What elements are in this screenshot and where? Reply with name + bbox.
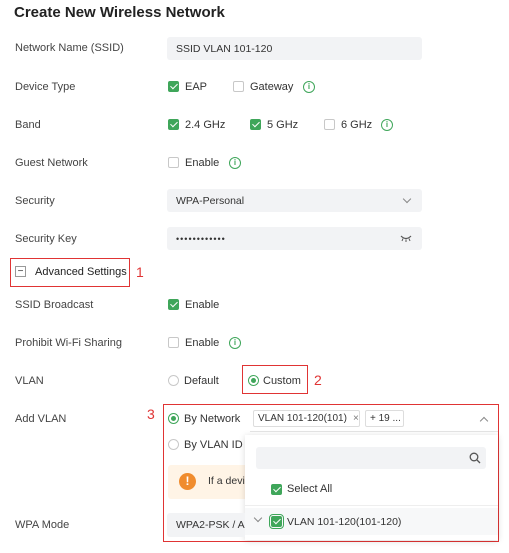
warning-text: If a devi	[208, 475, 245, 487]
ssid-broadcast-label: SSID Broadcast	[15, 299, 94, 311]
security-key-input[interactable]: ••••••••••••	[167, 227, 422, 250]
ssid-value: SSID VLAN 101-120	[176, 42, 273, 55]
gateway-checkbox[interactable]	[233, 81, 244, 92]
vlan-custom-radio[interactable]	[248, 375, 259, 386]
guest-network-label: Guest Network	[15, 157, 88, 169]
select-all-checkbox[interactable]	[271, 484, 282, 495]
band-label: Band	[15, 119, 41, 131]
collapse-icon[interactable]: −	[15, 266, 26, 277]
guest-checkbox[interactable]	[168, 157, 179, 168]
eap-checkbox[interactable]	[168, 81, 179, 92]
select-all-label: Select All	[287, 483, 333, 495]
by-vlan-id-label: By VLAN ID	[184, 439, 243, 451]
prohibit-sharing-label: Prohibit Wi-Fi Sharing	[15, 337, 122, 349]
prohibit-info-icon[interactable]: i	[229, 337, 241, 349]
band-5-checkbox[interactable]	[250, 119, 261, 130]
gateway-info-icon[interactable]: i	[303, 81, 315, 93]
security-select[interactable]: WPA-Personal	[167, 189, 422, 212]
search-icon	[469, 452, 481, 464]
band-6-label: 6 GHz	[341, 119, 373, 131]
band-24-label: 2.4 GHz	[185, 119, 226, 131]
by-vlan-id-radio[interactable]	[168, 439, 179, 450]
wpa-mode-value: WPA2-PSK / AE	[176, 519, 245, 531]
wpa-mode-select[interactable]: WPA2-PSK / AE	[167, 513, 245, 537]
guest-info-icon[interactable]: i	[229, 157, 241, 169]
band-6-checkbox[interactable]	[324, 119, 335, 130]
chevron-down-icon	[402, 194, 412, 204]
vlan-tag-label: VLAN 101-120(101)	[258, 413, 347, 424]
dropdown-search-input[interactable]	[256, 447, 486, 469]
annotation-number-1: 1	[136, 264, 144, 280]
tag-close-icon[interactable]: ×	[353, 413, 359, 424]
security-label: Security	[15, 195, 55, 207]
security-value: WPA-Personal	[176, 194, 245, 207]
eye-closed-icon[interactable]	[400, 235, 412, 242]
advanced-settings-toggle[interactable]: Advanced Settings	[35, 266, 127, 278]
vlan-label: VLAN	[15, 375, 44, 387]
vlan-item-checkbox[interactable]	[269, 514, 284, 529]
guest-enable-label: Enable	[185, 157, 220, 169]
security-key-value: ••••••••••••	[176, 233, 226, 244]
ssid-broadcast-checkbox[interactable]	[168, 299, 179, 310]
vlan-tag: VLAN 101-120(101) ×	[253, 410, 360, 427]
device-type-label: Device Type	[15, 81, 76, 93]
vlan-default-radio[interactable]	[168, 375, 179, 386]
ssid-input[interactable]: SSID VLAN 101-120	[167, 37, 422, 60]
by-network-label: By Network	[184, 413, 241, 425]
wpa-mode-label: WPA Mode	[15, 519, 70, 531]
vlan-default-label: Default	[184, 375, 219, 387]
eap-label: EAP	[185, 81, 208, 93]
security-key-label: Security Key	[15, 233, 77, 245]
chevron-up-icon	[479, 416, 489, 426]
vlan-custom-label: Custom	[263, 375, 301, 387]
vlan-item-label: VLAN 101-120(101-120)	[287, 516, 402, 528]
ssid-broadcast-enable-label: Enable	[185, 299, 220, 311]
prohibit-enable-label: Enable	[185, 337, 220, 349]
gateway-label: Gateway	[250, 81, 294, 93]
vlan-network-select[interactable]: VLAN 101-120(101) × + 19 ...	[250, 408, 498, 432]
page-title: Create New Wireless Network	[14, 4, 225, 21]
dropdown-item-row[interactable]: VLAN 101-120(101-120)	[245, 508, 498, 535]
by-network-radio[interactable]	[168, 413, 179, 424]
annotation-number-2: 2	[314, 372, 322, 388]
dropdown-divider	[245, 505, 498, 506]
band-info-icon[interactable]: i	[381, 119, 393, 131]
annotation-number-3: 3	[147, 406, 155, 422]
band-5-label: 5 GHz	[267, 119, 299, 131]
more-tags-badge: + 19 ...	[365, 410, 404, 427]
warning-icon: !	[179, 473, 196, 490]
expand-chevron-icon[interactable]	[253, 513, 263, 523]
band-24-checkbox[interactable]	[168, 119, 179, 130]
prohibit-sharing-checkbox[interactable]	[168, 337, 179, 348]
add-vlan-label: Add VLAN	[15, 413, 67, 425]
ssid-label: Network Name (SSID)	[15, 42, 124, 54]
vlan-dropdown-panel: Select All VLAN 101-120(101-120)	[245, 435, 498, 540]
